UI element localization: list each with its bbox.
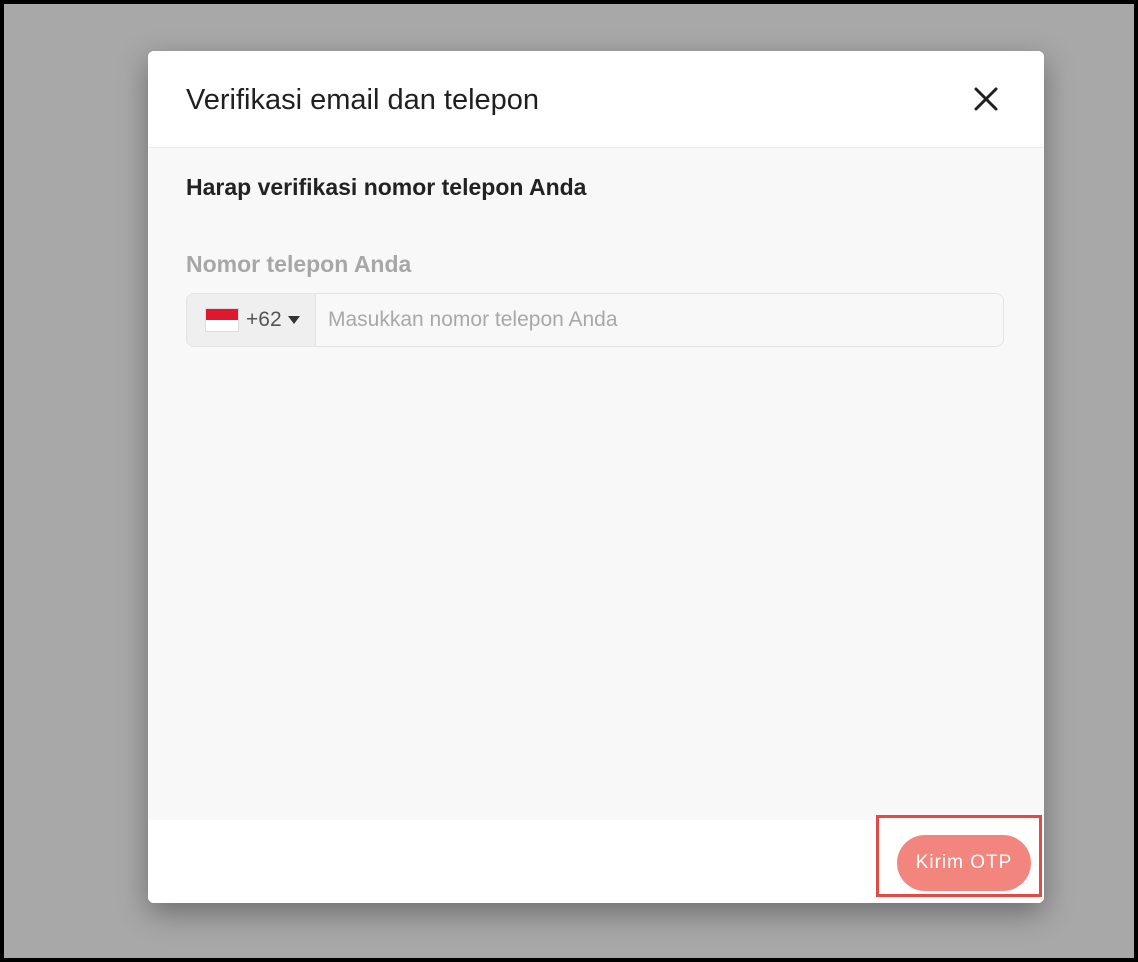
close-icon [974,87,998,111]
phone-input-group: +62 [186,293,1004,347]
modal-body: Harap verifikasi nomor telepon Anda Nomo… [148,148,1044,820]
dial-code: +62 [246,308,282,331]
indonesia-flag-icon [205,308,239,332]
flag-red-band [206,309,238,320]
modal-title: Verifikasi email dan telepon [186,84,540,116]
verification-modal: Verifikasi email dan telepon Harap verif… [148,51,1044,903]
screen-overlay: Verifikasi email dan telepon Harap verif… [0,0,1138,962]
phone-field-label: Nomor telepon Anda [186,251,412,277]
close-button[interactable] [966,79,1006,119]
flag-white-band [206,320,238,331]
modal-footer: Kirim OTP [148,815,1044,903]
phone-number-input[interactable] [316,294,1003,346]
chevron-down-icon [287,315,301,325]
send-otp-button[interactable]: Kirim OTP [897,835,1031,891]
country-code-select[interactable]: +62 [187,294,316,346]
section-heading: Harap verifikasi nomor telepon Anda [186,174,587,200]
modal-header: Verifikasi email dan telepon [148,51,1044,148]
